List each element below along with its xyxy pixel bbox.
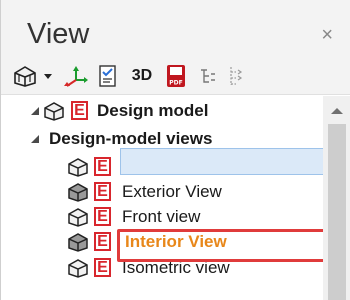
3d-view-icon[interactable]	[11, 64, 39, 88]
e-document-icon: E	[71, 101, 88, 120]
e-document-icon: E	[94, 258, 111, 277]
e-document-icon: E	[94, 207, 111, 226]
tree-item-label: Design model	[97, 101, 209, 120]
collapse-levels-icon[interactable]	[225, 64, 247, 88]
perspective-view-icon	[67, 182, 89, 202]
tree-item-view[interactable]: E Front view	[1, 204, 323, 230]
panel-header: View ×	[1, 0, 350, 58]
expand-triangle-icon[interactable]	[31, 107, 39, 115]
tree-item-label: Exterior View	[122, 182, 222, 201]
dropdown-arrow-icon[interactable]	[41, 64, 55, 88]
toolbar: 3D PDF	[1, 58, 350, 95]
e-document-icon: E	[94, 232, 111, 251]
view-icon	[67, 207, 89, 227]
view-tree: E Design model Design-model views E Bott…	[1, 96, 332, 300]
tree-item-label: Front view	[122, 207, 201, 226]
3d-model-icon	[43, 101, 65, 121]
view-icon	[67, 157, 89, 177]
selection-background	[120, 148, 332, 175]
expand-levels-icon[interactable]	[197, 64, 219, 88]
3d-button[interactable]: 3D	[127, 64, 157, 88]
pdf-badge: PDF	[169, 80, 182, 87]
close-icon[interactable]: ×	[321, 25, 333, 45]
scroll-up-arrow-icon[interactable]	[331, 108, 343, 114]
check-list-icon[interactable]	[95, 64, 121, 88]
e-document-icon: E	[94, 157, 111, 176]
selection-highlight-box	[117, 229, 335, 262]
view-panel: View × 3D PDF E Design model Design-mode…	[0, 0, 350, 300]
axis-sync-icon[interactable]	[61, 64, 89, 88]
tree-item-design-model[interactable]: E Design model	[1, 98, 323, 124]
panel-title: View	[27, 18, 90, 50]
pdf-export-icon[interactable]: PDF	[163, 64, 189, 88]
vertical-scrollbar[interactable]	[323, 96, 350, 300]
tree-item-view[interactable]: E Exterior View	[1, 179, 323, 205]
perspective-view-icon	[67, 232, 89, 252]
scrollbar-thumb[interactable]	[328, 124, 346, 300]
view-icon	[67, 258, 89, 278]
expand-triangle-icon[interactable]	[31, 135, 39, 143]
e-document-icon: E	[94, 182, 111, 201]
